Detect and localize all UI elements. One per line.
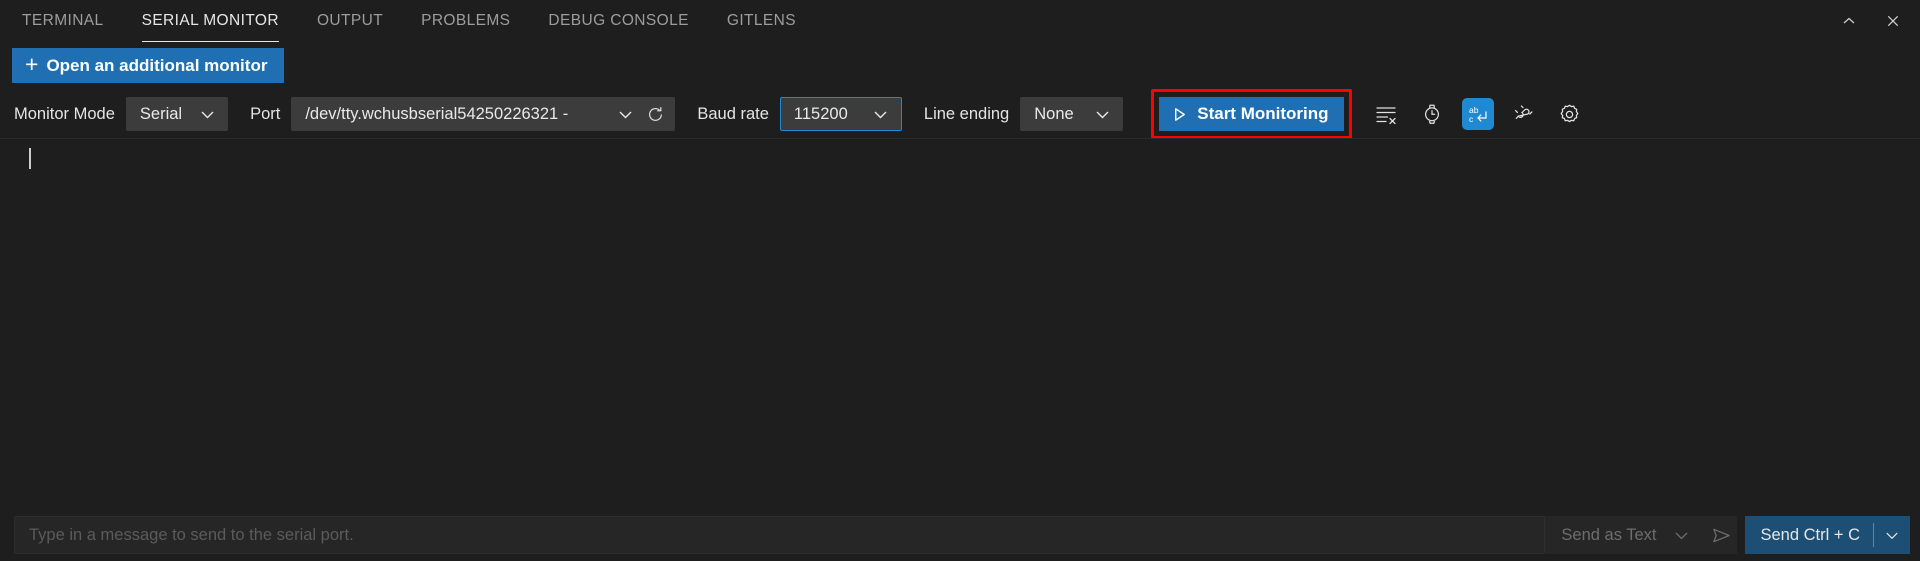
- monitor-mode-value: Serial: [139, 104, 183, 123]
- send-as-select[interactable]: Send as Text: [1545, 516, 1707, 554]
- add-monitor-row: + Open an additional monitor: [0, 42, 1920, 90]
- send-bar: Send as Text Send Ctrl + C: [0, 509, 1920, 561]
- tab-debug-console[interactable]: DEBUG CONSOLE: [548, 0, 688, 42]
- baud-rate-select[interactable]: 115200: [779, 97, 902, 131]
- port-value: /dev/tty.wchusbserial54250226321 -: [305, 104, 569, 123]
- play-icon: [1171, 106, 1188, 123]
- timestamp-icon[interactable]: [1416, 98, 1448, 130]
- monitor-mode-select[interactable]: Serial: [125, 97, 229, 131]
- send-message-input[interactable]: [29, 525, 1531, 545]
- panel-tabbar: TERMINAL SERIAL MONITOR OUTPUT PROBLEMS …: [0, 0, 1920, 42]
- chevron-down-icon: [196, 105, 218, 124]
- start-monitoring-highlight: Start Monitoring: [1151, 89, 1352, 139]
- line-ending-value: None: [1034, 104, 1074, 123]
- text-cursor: [29, 148, 31, 169]
- send-ctrl-c-button[interactable]: Send Ctrl + C: [1744, 516, 1910, 554]
- send-as-label: Send as Text: [1561, 525, 1657, 544]
- port-label: Port: [250, 104, 281, 123]
- chevron-down-icon[interactable]: [1874, 516, 1910, 554]
- tab-label: GITLENS: [726, 12, 796, 29]
- toolbar-icon-group: ab c: [1370, 98, 1586, 130]
- svg-text:c: c: [1469, 114, 1474, 124]
- serial-output-area[interactable]: [0, 138, 1920, 509]
- start-monitoring-button[interactable]: Start Monitoring: [1159, 97, 1344, 131]
- port-select[interactable]: /dev/tty.wchusbserial54250226321 -: [291, 97, 676, 131]
- plus-icon: +: [25, 51, 39, 77]
- baud-rate-value: 115200: [793, 104, 848, 123]
- tab-label: DEBUG CONSOLE: [548, 12, 689, 29]
- chevron-down-icon: [614, 105, 636, 124]
- line-ending-label: Line ending: [923, 104, 1010, 123]
- close-icon[interactable]: [1882, 10, 1904, 32]
- tab-problems[interactable]: PROBLEMS: [421, 0, 510, 42]
- chevron-down-icon: [870, 105, 892, 124]
- toggle-line-ending-icon[interactable]: ab c: [1461, 98, 1494, 130]
- send-icon[interactable]: [1706, 516, 1737, 554]
- refresh-icon[interactable]: [640, 99, 670, 129]
- tab-label: PROBLEMS: [421, 12, 511, 29]
- open-additional-monitor-label: Open an additional monitor: [46, 55, 268, 75]
- tab-terminal[interactable]: TERMINAL: [22, 0, 104, 42]
- port-connection-icon[interactable]: [1508, 98, 1540, 130]
- chevron-up-icon[interactable]: [1838, 10, 1860, 32]
- tab-output[interactable]: OUTPUT: [317, 0, 383, 42]
- chevron-down-icon: [1091, 105, 1113, 124]
- serial-toolbar: Monitor Mode Serial Port /dev/tty.wchusb…: [0, 89, 1920, 139]
- chevron-down-icon: [1671, 526, 1693, 545]
- monitor-mode-label: Monitor Mode: [14, 104, 115, 123]
- send-ctrl-c-label: Send Ctrl + C: [1760, 525, 1861, 544]
- tab-label: TERMINAL: [22, 12, 104, 29]
- open-additional-monitor-button[interactable]: + Open an additional monitor: [12, 48, 285, 83]
- settings-gear-icon[interactable]: [1554, 98, 1586, 130]
- tab-label: SERIAL MONITOR: [141, 12, 279, 29]
- clear-output-icon[interactable]: [1370, 98, 1402, 130]
- tab-serial-monitor[interactable]: SERIAL MONITOR: [141, 0, 280, 42]
- send-message-field[interactable]: [14, 516, 1546, 554]
- line-ending-select[interactable]: None: [1020, 97, 1124, 131]
- start-monitoring-label: Start Monitoring: [1197, 104, 1329, 123]
- serial-monitor-panel: TERMINAL SERIAL MONITOR OUTPUT PROBLEMS …: [0, 0, 1920, 561]
- tab-label: OUTPUT: [316, 12, 384, 29]
- baud-rate-label: Baud rate: [697, 104, 769, 123]
- panel-actions: [1838, 0, 1904, 42]
- tab-gitlens[interactable]: GITLENS: [727, 0, 796, 42]
